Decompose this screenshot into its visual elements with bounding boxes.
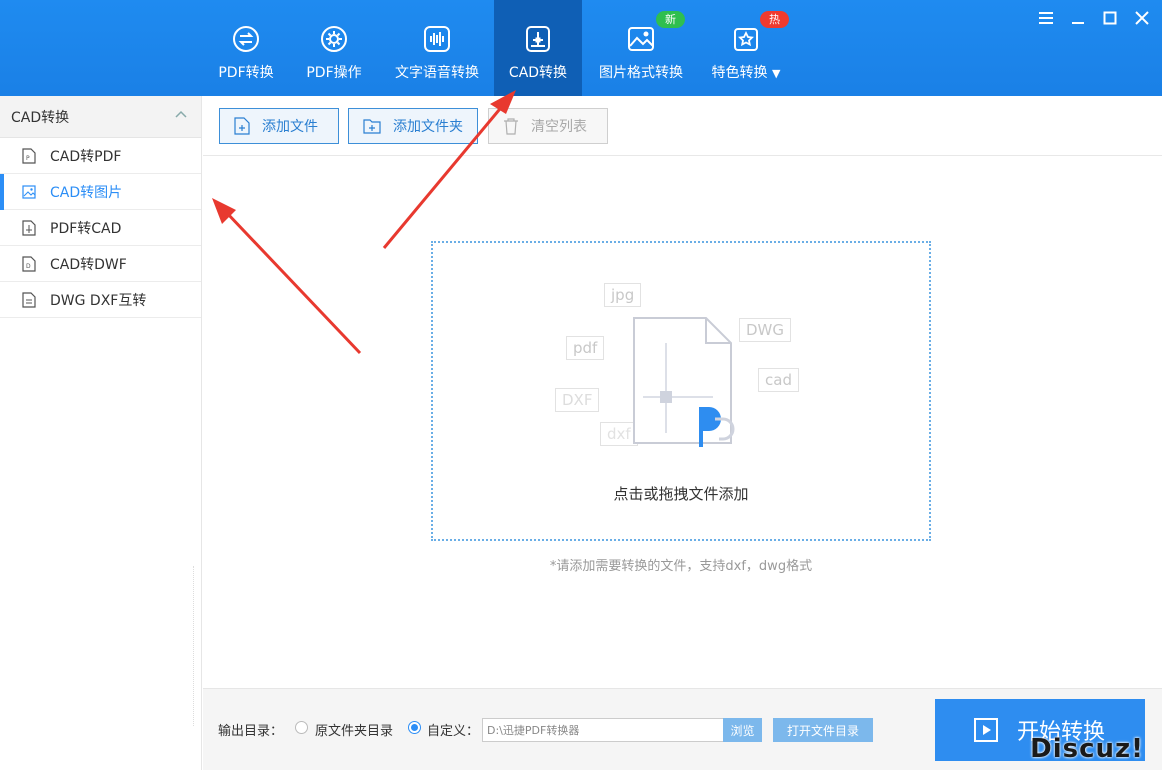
output-directory-label: 输出目录： — [218, 724, 284, 739]
watermark: Discuz! — [1030, 734, 1144, 764]
sidebar: CAD转换 P CAD转PDF CAD转图片 PDF转CAD D CAD转DWF… — [0, 96, 202, 770]
window-controls — [1036, 8, 1152, 28]
maximize-button[interactable] — [1100, 8, 1120, 28]
play-icon — [974, 718, 998, 742]
clear-list-label: 清空列表 — [531, 119, 587, 135]
add-folder-label: 添加文件夹 — [393, 119, 463, 135]
hamburger-icon — [1039, 12, 1053, 24]
new-badge: 新 — [656, 11, 685, 28]
sidebar-item-cad-to-pdf[interactable]: P CAD转PDF — [0, 138, 201, 174]
format-tag: cad — [758, 368, 799, 392]
sidebar-item-dwg-dxf[interactable]: DWG DXF互转 — [0, 282, 201, 318]
svg-text:P: P — [26, 155, 30, 162]
add-file-icon — [234, 117, 250, 135]
sidebar-item-label: CAD转PDF — [50, 148, 122, 165]
sidebar-item-label: CAD转DWF — [50, 256, 127, 273]
sidebar-item-label: DWG DXF互转 — [50, 292, 147, 309]
toolbar: 添加文件 添加文件夹 清空列表 — [203, 96, 1162, 156]
nav-label: 特色转换 ▼ — [712, 62, 781, 82]
nav-label: 图片格式转换 — [599, 65, 683, 81]
custom-folder-label: 自定义： — [427, 724, 480, 739]
image-file-icon — [22, 184, 36, 199]
nav-label: PDF转换 — [218, 65, 274, 81]
supported-formats-hint: *请添加需要转换的文件，支持dxf，dwg格式 — [549, 559, 813, 574]
add-file-button[interactable]: 添加文件 — [219, 108, 339, 144]
minimize-icon — [1072, 22, 1084, 24]
nav-special-convert[interactable]: 特色转换 ▼ 热 — [700, 0, 792, 96]
nav-label-text: 特色转换 — [711, 65, 768, 81]
minimize-button[interactable] — [1068, 8, 1088, 28]
svg-text:D: D — [26, 263, 31, 270]
add-file-label: 添加文件 — [262, 119, 318, 135]
format-tag: DXF — [555, 388, 600, 412]
star-icon — [734, 28, 758, 51]
cad-file-icon — [22, 219, 36, 236]
nav-image-format[interactable]: 图片格式转换 新 — [582, 0, 700, 96]
close-button[interactable] — [1132, 8, 1152, 28]
original-folder-label: 原文件夹目录 — [315, 724, 394, 739]
cad-icon — [526, 26, 550, 52]
pdf-convert-icon — [233, 26, 259, 52]
file-drop-zone[interactable]: jpg pdf DWG cad DXF dxf 点击或拖拽文件添加 — [431, 241, 931, 541]
sidebar-title: CAD转换 — [11, 109, 70, 126]
custom-folder-radio[interactable] — [408, 721, 421, 734]
nav-cad-convert[interactable]: CAD转换 — [494, 0, 582, 96]
nav-label: 文字语音转换 — [395, 65, 479, 81]
top-header: PDF转换 PDF操作 文字语音转换 CAD转换 图片格式转换 新 特色转换 ▼… — [0, 0, 1162, 96]
add-folder-icon — [363, 119, 381, 134]
sidebar-item-pdf-to-cad[interactable]: PDF转CAD — [0, 210, 201, 246]
dropdown-caret-icon: ▼ — [771, 67, 781, 80]
nav-pdf-convert[interactable]: PDF转换 — [204, 0, 288, 96]
browse-button[interactable]: 浏览 — [723, 718, 762, 742]
audio-wave-icon — [424, 26, 450, 52]
main-nav: PDF转换 PDF操作 文字语音转换 CAD转换 图片格式转换 新 特色转换 ▼… — [204, 0, 792, 96]
menu-button[interactable] — [1036, 8, 1056, 28]
open-directory-button[interactable]: 打开文件目录 — [773, 718, 873, 742]
nav-label: CAD转换 — [508, 65, 568, 81]
sidebar-item-cad-to-dwf[interactable]: D CAD转DWF — [0, 246, 201, 282]
maximize-icon — [1103, 11, 1117, 25]
nav-label: PDF操作 — [306, 65, 362, 81]
format-tag: jpg — [604, 283, 642, 307]
format-tag: pdf — [566, 336, 605, 360]
gear-circle-icon — [321, 26, 347, 52]
nav-pdf-operations[interactable]: PDF操作 — [288, 0, 380, 96]
document-file-icon — [22, 291, 36, 308]
sidebar-item-label: PDF转CAD — [50, 220, 122, 237]
nav-text-speech[interactable]: 文字语音转换 — [380, 0, 494, 96]
trash-icon — [504, 118, 518, 135]
drop-zone-text: 点击或拖拽文件添加 — [613, 485, 749, 503]
clear-list-button[interactable]: 清空列表 — [488, 108, 608, 144]
chevron-up-icon — [175, 110, 187, 118]
annotation-arrow-icon — [212, 198, 362, 355]
add-folder-button[interactable]: 添加文件夹 — [348, 108, 478, 144]
bottom-bar: 输出目录： 原文件夹目录 自定义： 浏览 打开文件目录 开始转换 Discuz! — [203, 688, 1162, 770]
pdf-file-icon: P — [22, 147, 36, 164]
close-icon — [1135, 11, 1149, 25]
output-path-input[interactable] — [482, 718, 724, 742]
image-icon — [628, 27, 654, 51]
sidebar-scrollbar[interactable] — [193, 566, 194, 726]
sidebar-item-label: CAD转图片 — [50, 184, 123, 201]
dwf-file-icon: D — [22, 255, 36, 272]
sidebar-item-cad-to-image[interactable]: CAD转图片 — [0, 174, 201, 210]
cad-document-illustration-icon — [633, 317, 735, 447]
original-folder-radio[interactable] — [295, 721, 308, 734]
hot-badge: 热 — [760, 11, 789, 28]
sidebar-header[interactable]: CAD转换 — [0, 96, 201, 138]
